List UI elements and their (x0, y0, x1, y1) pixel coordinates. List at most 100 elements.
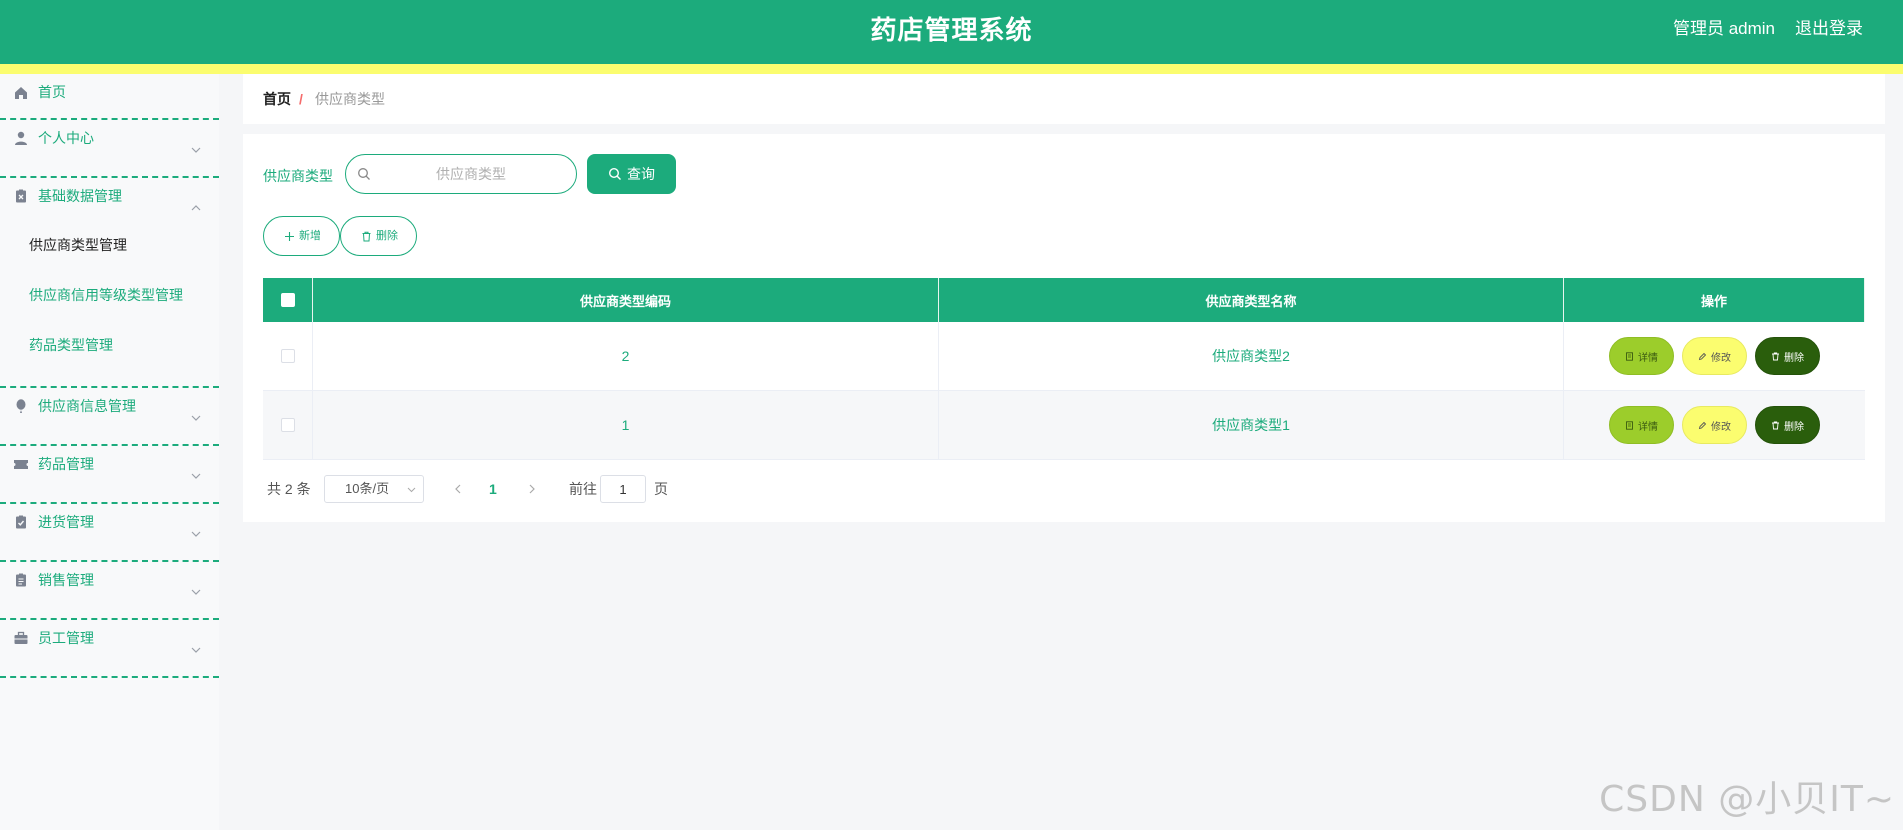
sidebar-item-label: 个人中心 (38, 130, 94, 146)
table-header: 供应商类型编码 供应商类型名称 操作 (263, 278, 1865, 322)
column-header-name[interactable]: 供应商类型名称 (939, 278, 1564, 322)
breadcrumb: 首页 / 供应商类型 (243, 74, 1885, 124)
clipboard-icon (16, 189, 26, 203)
cell-name: 供应商类型1 (939, 391, 1564, 459)
chevron-down-icon (191, 415, 201, 421)
sidebar-item-label: 进货管理 (38, 514, 94, 530)
current-user: 管理员 admin (1672, 19, 1775, 38)
sidebar-item-label: 供应商信息管理 (38, 398, 136, 414)
user-icon (15, 131, 27, 145)
plus-icon (285, 232, 294, 241)
chevron-left-icon[interactable] (451, 482, 465, 496)
app-title: 药店管理系统 (870, 15, 1033, 45)
search-field[interactable] (345, 154, 577, 194)
sidebar-item-purchase-management[interactable]: 进货管理 (0, 504, 219, 562)
goto-page-suffix: 页 (654, 481, 668, 497)
row-checkbox[interactable] (280, 418, 295, 432)
pencil-icon (1698, 352, 1707, 360)
cell-actions: 详情 修改 删除 (1564, 391, 1865, 459)
detail-button[interactable]: 详情 (1609, 337, 1674, 375)
batch-delete-button-label: 删除 (376, 230, 398, 242)
main-panel: 供应商类型 查询 新增 删除 供应商类型编码 供应商类型名称 操作 2 供应商类… (243, 134, 1885, 522)
row-select-cell (263, 322, 313, 390)
sidebar-item-label: 基础数据管理 (38, 188, 122, 204)
sidebar-item-home[interactable]: 首页 (0, 74, 219, 120)
add-button-label: 新增 (299, 230, 321, 242)
sidebar: 首页 个人中心 基础数据管理 供应商类型管理 供应商信用等级类型管理 药品类型管… (0, 74, 219, 830)
document-icon (16, 573, 26, 587)
breadcrumb-separator: / (299, 91, 303, 107)
delete-button[interactable]: 删除 (1755, 406, 1820, 444)
logout-link[interactable]: 退出登录 (1795, 0, 1863, 58)
top-header: 药店管理系统 管理员 admin 退出登录 (0, 0, 1903, 64)
edit-button[interactable]: 修改 (1682, 406, 1747, 444)
edit-button-label: 修改 (1711, 421, 1731, 433)
sidebar-item-profile[interactable]: 个人中心 (0, 120, 219, 178)
detail-button-label: 详情 (1638, 352, 1658, 364)
trash-icon (362, 231, 371, 242)
chevron-down-icon (407, 487, 416, 493)
document-icon (1626, 351, 1633, 361)
cell-code: 2 (313, 322, 939, 390)
pagination-total: 共 2 条 (267, 481, 311, 497)
table-row: 2 供应商类型2 详情 修改 删除 (263, 322, 1865, 391)
row-select-cell (263, 391, 313, 459)
breadcrumb-home[interactable]: 首页 (263, 74, 291, 124)
delete-button[interactable]: 删除 (1755, 337, 1820, 375)
breadcrumb-current: 供应商类型 (315, 91, 385, 107)
sidebar-subitem-drug-type[interactable]: 药品类型管理 (0, 330, 219, 380)
cell-code: 1 (313, 391, 939, 459)
delete-button-label: 删除 (1784, 421, 1804, 433)
chevron-right-icon[interactable] (525, 482, 539, 496)
clipboard-check-icon (16, 515, 26, 529)
data-table: 供应商类型编码 供应商类型名称 操作 2 供应商类型2 详情 修改 删除 1 供… (263, 278, 1865, 460)
chevron-down-icon (191, 647, 201, 653)
sidebar-item-label: 首页 (38, 84, 66, 100)
row-checkbox[interactable] (280, 349, 295, 363)
sidebar-item-label: 销售管理 (38, 572, 94, 588)
edit-button[interactable]: 修改 (1682, 337, 1747, 375)
sidebar-item-staff-management[interactable]: 员工管理 (0, 620, 219, 678)
column-header-actions: 操作 (1564, 278, 1865, 322)
delete-button-label: 删除 (1784, 352, 1804, 364)
sidebar-item-sales-management[interactable]: 销售管理 (0, 562, 219, 620)
select-all-checkbox[interactable] (280, 293, 295, 307)
header-accent-strip (0, 64, 1903, 74)
batch-delete-button[interactable]: 删除 (340, 216, 417, 256)
chevron-down-icon (191, 589, 201, 595)
table-row: 1 供应商类型1 详情 修改 删除 (263, 391, 1865, 460)
query-button[interactable]: 查询 (587, 154, 676, 194)
sidebar-item-label: 员工管理 (38, 630, 94, 646)
ticket-icon (14, 460, 28, 469)
sidebar-submenu-basic-data: 供应商类型管理 供应商信用等级类型管理 药品类型管理 (0, 224, 219, 388)
goto-page-input[interactable] (600, 475, 646, 503)
header-select-cell (263, 278, 313, 322)
pagination: 共 2 条 10条/页 1 前往 页 (263, 474, 863, 504)
page-size-select[interactable]: 10条/页 (324, 475, 424, 503)
sidebar-subitem-supplier-credit-type[interactable]: 供应商信用等级类型管理 (0, 280, 219, 330)
sidebar-item-supplier-info[interactable]: 供应商信息管理 (0, 388, 219, 446)
search-input[interactable] (376, 159, 566, 189)
column-header-code[interactable]: 供应商类型编码 (313, 278, 939, 322)
trash-icon (1772, 352, 1779, 360)
pencil-icon (1698, 421, 1707, 429)
chevron-up-icon (191, 205, 201, 211)
sidebar-subitem-supplier-type[interactable]: 供应商类型管理 (0, 230, 219, 280)
sidebar-item-label: 药品管理 (38, 456, 94, 472)
page-number-current[interactable]: 1 (489, 474, 497, 504)
home-icon (15, 87, 27, 99)
goto-label: 前往 (569, 481, 597, 497)
cell-actions: 详情 修改 删除 (1564, 322, 1865, 390)
page-size-value: 10条/页 (345, 481, 390, 496)
add-button[interactable]: 新增 (263, 216, 340, 256)
detail-button-label: 详情 (1638, 421, 1658, 433)
sidebar-item-drug-management[interactable]: 药品管理 (0, 446, 219, 504)
briefcase-icon (14, 631, 28, 644)
document-icon (1626, 420, 1633, 430)
sidebar-item-basic-data[interactable]: 基础数据管理 (0, 178, 219, 224)
detail-button[interactable]: 详情 (1609, 406, 1674, 444)
search-icon (608, 167, 621, 180)
query-button-label: 查询 (627, 166, 655, 182)
chevron-down-icon (191, 531, 201, 537)
edit-button-label: 修改 (1711, 352, 1731, 364)
